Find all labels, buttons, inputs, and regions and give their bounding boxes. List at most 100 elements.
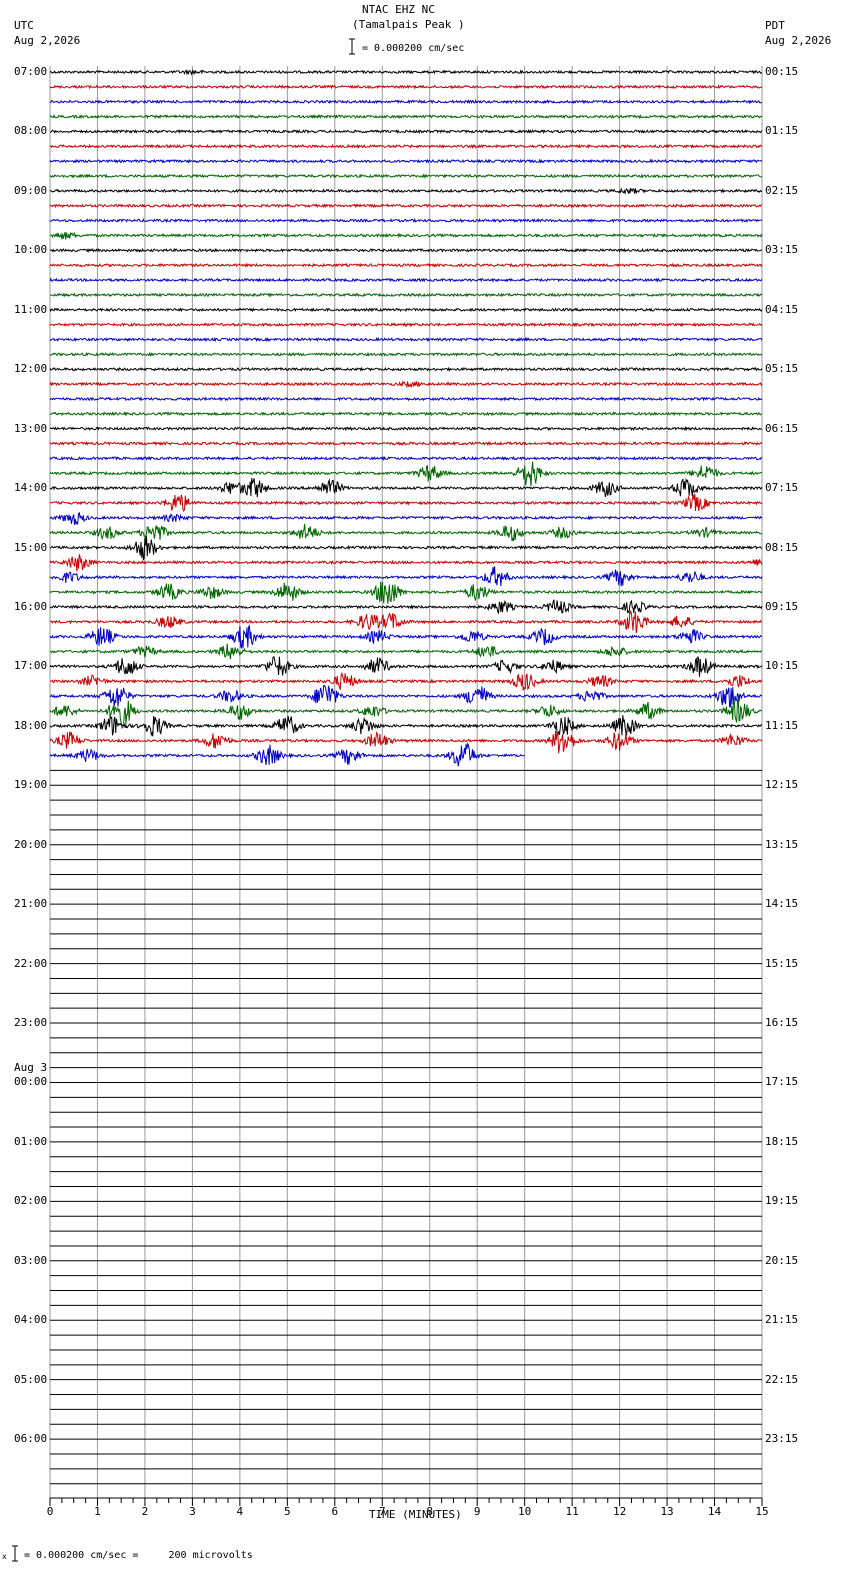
utc-hour-label: 20:00: [14, 837, 48, 851]
utc-hour-label: 17:00: [14, 659, 48, 673]
trace-row: [49, 566, 763, 587]
trace-row: [50, 143, 763, 150]
x-tick-label: 4: [237, 1505, 244, 1518]
utc-hour-label: 12:00: [14, 362, 48, 376]
pdt-hour-label: 20:15: [765, 1253, 799, 1267]
trace-row: [49, 599, 763, 615]
utc-hour-label: 16:00: [14, 599, 48, 613]
trace-row: [49, 114, 763, 120]
pdt-hour-label: 04:15: [765, 302, 799, 316]
pdt-hour-label: 06:15: [765, 421, 799, 435]
trace-row: [49, 247, 763, 253]
utc-hour-label: 01:00: [14, 1134, 48, 1148]
pdt-hour-label: 00:15: [765, 65, 799, 78]
utc-hour-label: 10:00: [14, 243, 48, 257]
trace-row: [49, 231, 763, 240]
utc-hour-label: 04:00: [14, 1313, 48, 1327]
trace-row: [49, 187, 763, 195]
trace-row: [49, 396, 763, 402]
trace-row: [50, 671, 763, 691]
trace-row: [49, 380, 763, 389]
pdt-hour-label: 13:15: [765, 837, 799, 851]
trace-row: [49, 455, 763, 462]
pdt-hour-label: 09:15: [765, 599, 799, 613]
x-tick-label: 6: [331, 1505, 338, 1518]
x-tick-label: 0: [47, 1505, 54, 1518]
pdt-hour-label: 05:15: [765, 362, 799, 376]
pdt-hour-label: 17:15: [765, 1075, 799, 1089]
trace-row: [49, 730, 763, 754]
trace-row: [49, 68, 763, 76]
left-timezone: UTC: [14, 19, 34, 32]
trace-row: [49, 277, 763, 283]
trace-row: [49, 440, 763, 447]
seismic-traces: [49, 68, 763, 1485]
svg-text:x: x: [2, 1552, 7, 1561]
footer-scale-icon: x: [2, 1545, 18, 1562]
pdt-hour-label: 19:15: [765, 1194, 799, 1208]
utc-hour-label: 05:00: [14, 1372, 48, 1386]
left-date: Aug 2,2026: [14, 34, 81, 47]
right-date: Aug 2,2026: [765, 34, 832, 47]
pdt-hour-label: 14:15: [765, 897, 799, 911]
trace-row: [49, 610, 763, 634]
utc-hour-label: 21:00: [14, 897, 48, 911]
utc-hour-label: 00:00: [14, 1075, 48, 1089]
utc-hour-label: 02:00: [14, 1194, 48, 1208]
pdt-hour-label: 07:15: [765, 481, 799, 495]
utc-hour-label: 23:00: [14, 1016, 48, 1030]
pdt-hour-label: 16:15: [765, 1016, 799, 1030]
pdt-hour-label: 22:15: [765, 1372, 799, 1386]
pdt-hour-label: 23:15: [765, 1432, 799, 1446]
pdt-hour-label: 21:15: [765, 1313, 799, 1327]
x-tick-label: 11: [566, 1505, 579, 1518]
x-tick-label: 9: [474, 1505, 481, 1518]
x-tick-label: 14: [708, 1505, 722, 1518]
pdt-hour-label: 02:15: [765, 183, 799, 197]
pdt-hour-label: 15:15: [765, 956, 799, 970]
date-change-label: Aug 3: [14, 1061, 48, 1075]
x-tick-label: 5: [284, 1505, 291, 1518]
trace-row: [49, 685, 763, 708]
utc-hour-label: 15:00: [14, 540, 48, 554]
trace-row: [49, 523, 763, 542]
x-tick-label: 1: [94, 1505, 101, 1518]
utc-hour-label: 18:00: [14, 718, 48, 732]
footer-scale-note: = 0.000200 cm/sec = 200 microvolts: [24, 1550, 253, 1561]
x-tick-label: 13: [660, 1505, 673, 1518]
utc-hour-label: 19:00: [14, 778, 48, 792]
trace-row: [49, 461, 763, 487]
trace-row: [49, 581, 763, 604]
trace-row: [49, 203, 763, 209]
trace-row: [49, 84, 763, 90]
trace-row: [49, 158, 763, 164]
pdt-hour-label: 01:15: [765, 124, 799, 138]
pdt-hour-label: 18:15: [765, 1134, 799, 1148]
utc-hour-label: 09:00: [14, 183, 48, 197]
pdt-hour-label: 03:15: [765, 243, 799, 257]
station-location: (Tamalpais Peak ): [352, 18, 465, 31]
utc-hour-label: 11:00: [14, 302, 48, 316]
x-tick-label: 12: [613, 1505, 626, 1518]
trace-row: [49, 336, 763, 343]
trace-row: [49, 426, 763, 432]
trace-row: [49, 643, 763, 660]
seismogram-plot: 0 1 2 3 4 5 6 7 8 9 10 11 12 13 14 15: [47, 66, 769, 1518]
trace-row: [49, 493, 763, 513]
trace-row: [49, 511, 763, 526]
trace-row: [49, 366, 763, 372]
pdt-hour-label: 11:15: [765, 718, 799, 732]
trace-row: [49, 292, 763, 298]
trace-row: [49, 715, 763, 737]
utc-hour-label: 06:00: [14, 1432, 48, 1446]
x-tick-label: 10: [518, 1505, 531, 1518]
right-timezone: PDT: [765, 19, 785, 32]
x-tick-label: 2: [142, 1505, 149, 1518]
trace-row: [49, 262, 763, 268]
trace-row: [49, 624, 763, 650]
pdt-hour-label: 12:15: [765, 778, 799, 792]
trace-row: [49, 307, 763, 313]
trace-row: [49, 99, 763, 105]
trace-row: [49, 217, 763, 224]
utc-hour-label: 07:00: [14, 65, 48, 78]
